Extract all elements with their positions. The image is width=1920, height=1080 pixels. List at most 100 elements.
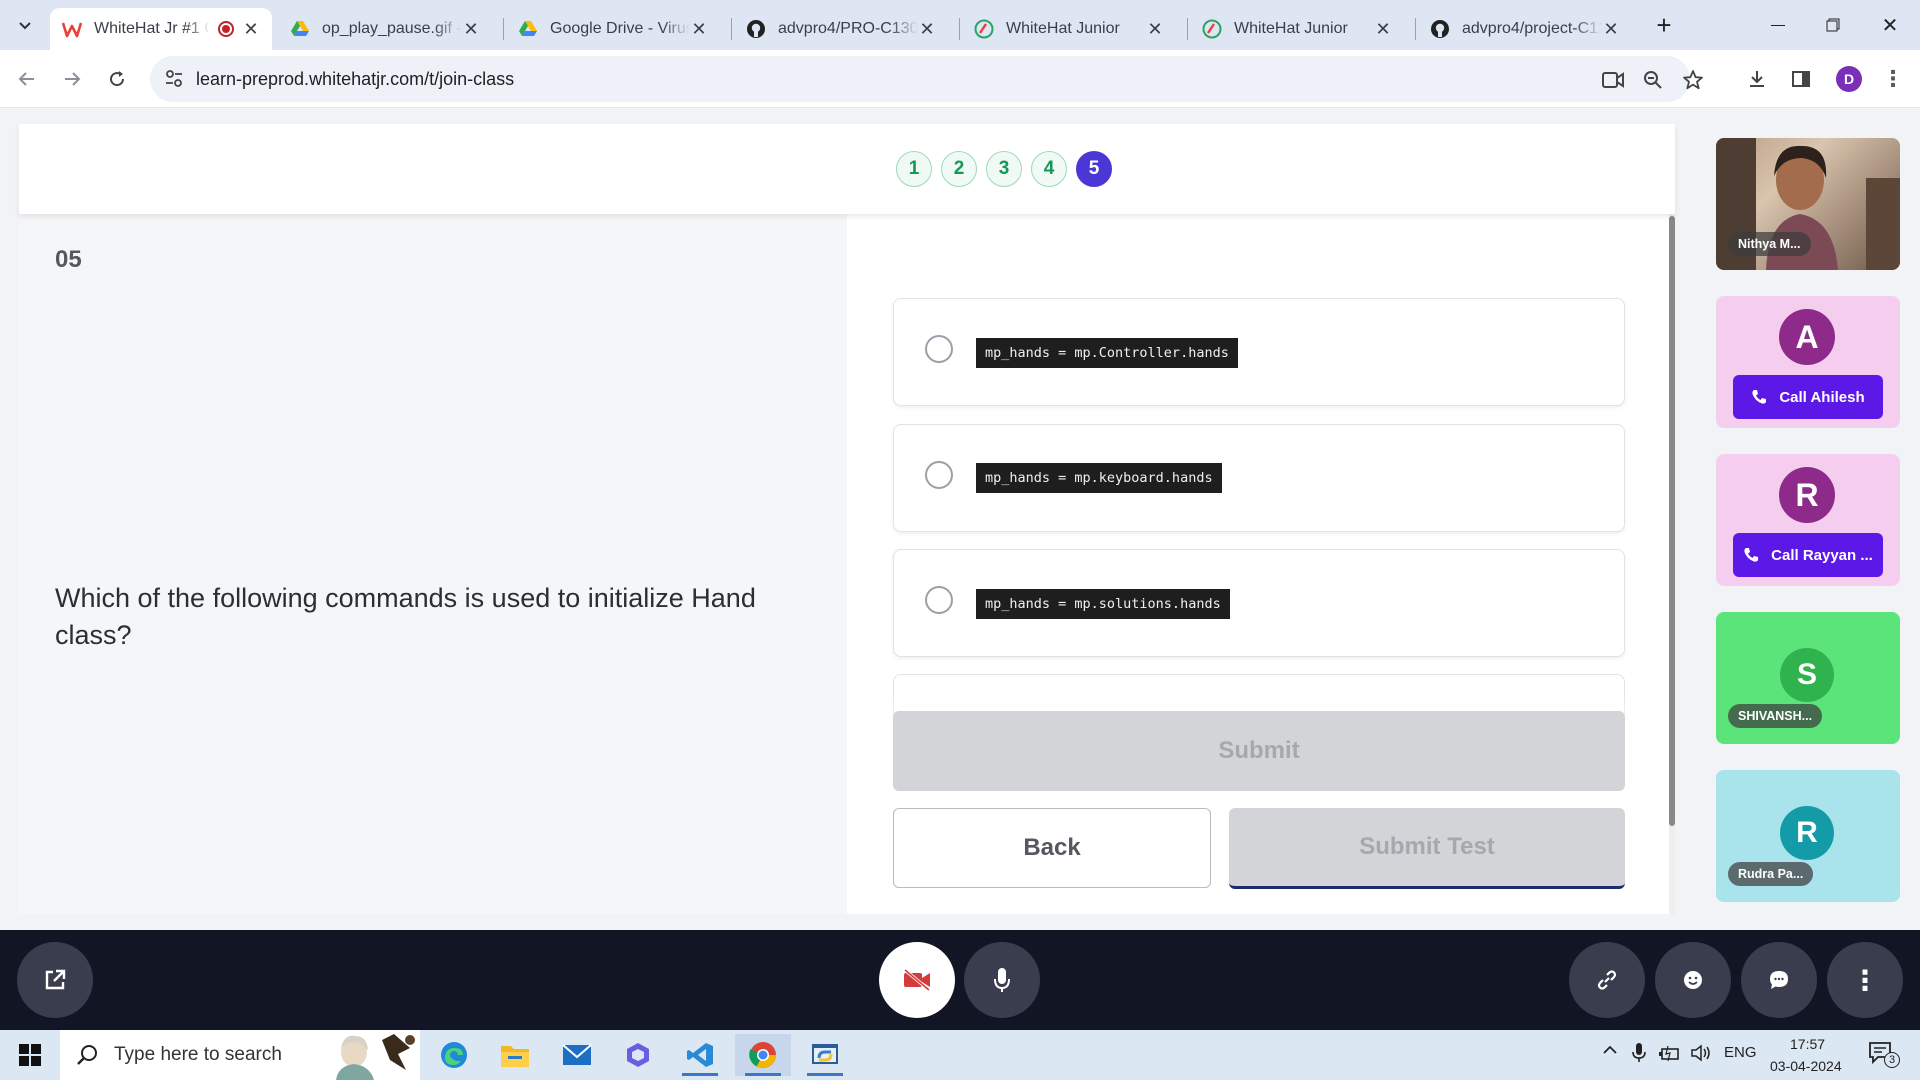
- google-drive-icon: [290, 19, 310, 39]
- minimize-window-button[interactable]: [1758, 8, 1798, 42]
- tab-search-button[interactable]: [6, 8, 44, 42]
- question-nav-1[interactable]: 1: [896, 151, 932, 187]
- close-tab-icon[interactable]: ✕: [690, 19, 708, 40]
- participant-tile-r: R Call Rayyan ...: [1716, 454, 1900, 586]
- answer-option-3[interactable]: mp_hands = mp.solutions.hands: [893, 549, 1625, 657]
- new-tab-button[interactable]: +: [1644, 8, 1684, 42]
- taskbar-edge[interactable]: [426, 1034, 482, 1076]
- close-tab-icon[interactable]: ✕: [1602, 19, 1620, 40]
- microphone-toggle-button[interactable]: [964, 942, 1040, 1018]
- close-window-button[interactable]: ✕: [1870, 8, 1910, 42]
- windows-taskbar: Type here to search ENG 17:57 03-04-2024: [0, 1030, 1920, 1080]
- question-nav-4[interactable]: 4: [1031, 151, 1067, 187]
- download-icon: [1750, 71, 1764, 87]
- question-nav-2[interactable]: 2: [941, 151, 977, 187]
- call-participant-button[interactable]: Call Rayyan ...: [1733, 533, 1883, 577]
- back-nav-button[interactable]: [11, 63, 43, 95]
- answer-option-1[interactable]: mp_hands = mp.Controller.hands: [893, 298, 1625, 406]
- chat-button[interactable]: [1741, 942, 1817, 1018]
- tab-whitehat-junior-2[interactable]: WhiteHat Junior ✕: [1190, 8, 1404, 50]
- taskbar-search[interactable]: Type here to search: [60, 1030, 420, 1080]
- phone-icon: [1752, 390, 1767, 404]
- taskbar-vscode[interactable]: [672, 1034, 728, 1076]
- reload-button[interactable]: [101, 63, 133, 95]
- more-options-button[interactable]: ⋮: [1827, 942, 1903, 1018]
- option-code: mp_hands = mp.keyboard.hands: [976, 463, 1222, 493]
- tab-whitehat-class[interactable]: WhiteHat Jr #1 Class ✕: [50, 8, 272, 50]
- scrollbar-thumb[interactable]: [1669, 216, 1675, 826]
- question-nav-5[interactable]: 5: [1076, 151, 1112, 187]
- downloads-button[interactable]: [1741, 63, 1773, 95]
- answer-option-4[interactable]: [893, 674, 1625, 714]
- recording-icon: [218, 21, 234, 37]
- taskbar-file-explorer[interactable]: [487, 1034, 543, 1076]
- close-tab-icon[interactable]: ✕: [242, 19, 260, 40]
- tab-google-drive-gif[interactable]: op_play_pause.gif - Google Drive ✕: [278, 8, 492, 50]
- taskbar-copilot[interactable]: [610, 1034, 666, 1076]
- reactions-button[interactable]: [1655, 942, 1731, 1018]
- question-index: 05: [55, 246, 82, 273]
- close-tab-icon[interactable]: ✕: [1146, 19, 1164, 40]
- notifications-button[interactable]: 3: [1868, 1040, 1900, 1070]
- participant-video-tile[interactable]: Nithya M...: [1716, 138, 1900, 270]
- camera-in-use-icon[interactable]: [1600, 67, 1626, 93]
- arrow-right-icon: [65, 72, 81, 86]
- github-icon: [1430, 19, 1450, 39]
- tab-github-pro-c130[interactable]: advpro4/PRO-C130-Student ✕: [734, 8, 948, 50]
- browser-menu-button[interactable]: ⋮: [1877, 63, 1909, 95]
- submit-test-button[interactable]: Submit Test: [1229, 808, 1625, 889]
- back-button[interactable]: Back: [893, 808, 1211, 888]
- call-participant-button[interactable]: Call Ahilesh: [1733, 375, 1883, 419]
- tab-whitehat-junior-1[interactable]: WhiteHat Junior ✕: [962, 8, 1176, 50]
- taskbar-chrome[interactable]: [735, 1034, 791, 1076]
- answer-option-2[interactable]: mp_hands = mp.keyboard.hands: [893, 424, 1625, 532]
- battery-icon[interactable]: [1658, 1044, 1680, 1066]
- close-tab-icon[interactable]: ✕: [918, 19, 936, 40]
- pop-out-button[interactable]: [17, 942, 93, 1018]
- share-link-button[interactable]: [1569, 942, 1645, 1018]
- plus-icon: +: [1656, 9, 1672, 40]
- url-text: learn-preprod.whitehatjr.com/t/join-clas…: [196, 69, 515, 89]
- taskbar-mail[interactable]: [549, 1034, 605, 1076]
- restore-window-button[interactable]: [1813, 8, 1853, 42]
- participant-tile-rudra[interactable]: R Rudra Pa...: [1716, 770, 1900, 902]
- address-bar[interactable]: learn-preprod.whitehatjr.com/t/join-clas…: [150, 56, 1703, 102]
- zoom-icon[interactable]: [1640, 67, 1666, 93]
- tab-google-drive-warning[interactable]: Google Drive - Virus scan warning ✕: [506, 8, 720, 50]
- clock-date[interactable]: 03-04-2024: [1770, 1058, 1842, 1074]
- radio-button[interactable]: [925, 335, 953, 363]
- side-panel-button[interactable]: [1785, 63, 1817, 95]
- tab-github-project-c129[interactable]: advpro4/project-C129 ✕: [1418, 8, 1632, 50]
- microphone-tray-icon[interactable]: [1632, 1042, 1646, 1068]
- question-nav-3[interactable]: 3: [986, 151, 1022, 187]
- arrow-left-icon: [18, 72, 34, 86]
- close-tab-icon[interactable]: ✕: [1374, 19, 1392, 40]
- profile-avatar[interactable]: D: [1836, 66, 1862, 92]
- radio-button[interactable]: [925, 586, 953, 614]
- submit-button[interactable]: Submit: [893, 711, 1625, 791]
- site-info-icon[interactable]: [164, 68, 184, 95]
- answer-pane: mp_hands = mp.Controller.hands mp_hands …: [847, 214, 1675, 914]
- camera-toggle-button[interactable]: [879, 942, 955, 1018]
- smiley-icon: [1684, 971, 1702, 989]
- participant-tile-s[interactable]: S SHIVANSH...: [1716, 612, 1900, 744]
- folder-icon: [501, 1046, 529, 1067]
- vscode-icon: [687, 1043, 713, 1067]
- clock-time[interactable]: 17:57: [1790, 1036, 1825, 1052]
- taskbar-python[interactable]: [797, 1034, 853, 1076]
- radio-button[interactable]: [925, 461, 953, 489]
- whitehat-logo-icon: [62, 19, 82, 39]
- class-page: 1 2 3 4 5 05 Which of the following comm…: [0, 108, 1920, 930]
- question-text: Which of the following commands is used …: [55, 583, 756, 650]
- show-hidden-icons-button[interactable]: [1602, 1042, 1618, 1062]
- volume-icon[interactable]: [1690, 1044, 1712, 1066]
- language-indicator[interactable]: ENG: [1724, 1044, 1757, 1061]
- start-button[interactable]: [4, 1034, 56, 1076]
- call-button-label: Call Ahilesh: [1779, 388, 1865, 406]
- forward-nav-button[interactable]: [56, 63, 88, 95]
- bookmark-star-icon[interactable]: [1680, 67, 1706, 93]
- participant-tile-a: A Call Ahilesh: [1716, 296, 1900, 428]
- search-placeholder: Type here to search: [114, 1044, 282, 1065]
- avatar: S: [1780, 648, 1834, 702]
- close-tab-icon[interactable]: ✕: [462, 19, 480, 40]
